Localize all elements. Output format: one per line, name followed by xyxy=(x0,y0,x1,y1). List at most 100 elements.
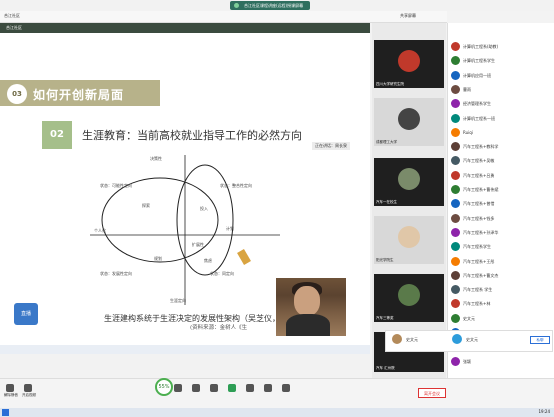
slide-header-label: 合江社区 xyxy=(6,25,22,30)
participant-name: 汽车工程系+吴敏 xyxy=(463,158,495,164)
speaker-video[interactable] xyxy=(276,278,346,336)
svg-text:扩展性: 扩展性 xyxy=(192,241,204,247)
participant-row[interactable]: 汽车工程系+钱多 xyxy=(449,212,553,226)
participant-row[interactable]: 汽车工程系+曾惜 xyxy=(449,197,553,211)
zoom-level[interactable]: 55% xyxy=(155,378,173,396)
participant-row[interactable]: 张颖 xyxy=(449,355,553,369)
svg-text:探索: 探索 xyxy=(142,202,150,208)
section-number: 03 xyxy=(7,84,27,104)
os-taskbar xyxy=(0,408,554,417)
video-tile[interactable]: 四川大学研究生院 xyxy=(374,40,444,88)
avatar xyxy=(451,142,460,152)
svg-text:个人化: 个人化 xyxy=(94,227,106,233)
participant-name: 张颖 xyxy=(463,358,471,364)
svg-text:计划: 计划 xyxy=(226,225,234,231)
participant-row[interactable]: 汽车工程系学生 xyxy=(449,240,553,254)
participant-name: Ruiqi xyxy=(463,129,473,135)
participant-name: 史文元 xyxy=(463,315,475,321)
participant-name: 汽车工程系+曹伟斌 xyxy=(463,187,499,192)
participant-name: 汽车工程系+曹文杰 xyxy=(463,272,499,278)
toolbar-button[interactable] xyxy=(262,384,274,392)
participant-row[interactable]: 汽车工程系+孙泽华 xyxy=(449,226,553,240)
participants-header xyxy=(447,11,554,23)
camera-icon xyxy=(24,384,32,392)
participant-name: 汽车工程系+教科学 xyxy=(463,144,499,150)
participant-name: 汽车工程系+王彤 xyxy=(463,258,495,264)
participant-row[interactable]: Ruiqi xyxy=(449,126,553,140)
start-icon[interactable] xyxy=(2,409,9,416)
avatar xyxy=(451,84,460,94)
participant-name: 汽车工程系+钱多 xyxy=(463,215,495,221)
toolbar-button[interactable] xyxy=(172,384,184,392)
participant-row[interactable]: 史文元 xyxy=(449,312,553,326)
subsection-title: 生涯教育：当前高校就业指导工作的必然方向 xyxy=(82,129,302,142)
participants-icon xyxy=(192,384,200,392)
clock: 19:24 xyxy=(538,409,550,414)
participant-row[interactable]: 汽车工程系+吴敏 xyxy=(449,154,553,168)
record-icon xyxy=(246,384,254,392)
leave-meeting-button[interactable]: 离开会议 xyxy=(418,388,446,398)
avatar xyxy=(451,56,460,66)
participant-row[interactable]: 汽车工程系+曹伟斌 xyxy=(449,183,553,197)
video-tile[interactable]: 阳光学院生 xyxy=(374,216,444,264)
avatar xyxy=(451,42,460,51)
video-tile[interactable]: 汽车一在校生 xyxy=(374,158,444,206)
participant-row[interactable]: 计算机工程系(助教) xyxy=(449,40,553,54)
avatar xyxy=(451,299,460,309)
toolbar-button[interactable] xyxy=(280,384,292,392)
svg-text:焦虑: 焦虑 xyxy=(204,257,212,263)
avatar xyxy=(451,285,460,295)
svg-text:规划: 规划 xyxy=(154,255,162,261)
avatar xyxy=(451,242,460,252)
participant-name: 计算机工程系学生 xyxy=(463,58,495,64)
participant-name: 经济管理系学生 xyxy=(463,101,491,107)
participant-row[interactable]: 计算机工程系学生 xyxy=(449,54,553,68)
participant-row[interactable]: 汽车工程系+林 xyxy=(449,297,553,311)
toolbar-button[interactable] xyxy=(190,384,202,392)
video-button[interactable]: 开启视频 xyxy=(22,384,36,398)
mute-button[interactable]: 解除静音 xyxy=(4,384,18,398)
participant-name: 汽车工程系学生 xyxy=(463,244,491,250)
svg-text:状态：整合性定向: 状态：整合性定向 xyxy=(220,182,252,188)
avatar xyxy=(392,334,402,344)
svg-text:投入: 投入 xyxy=(200,205,208,211)
window-title: 合江社区课程讲座(远程)授课屏幕 xyxy=(230,1,310,10)
svg-text:状态：可能性定向: 状态：可能性定向 xyxy=(100,182,132,188)
avatar xyxy=(451,99,460,109)
avatar xyxy=(451,199,460,209)
video-tile[interactable]: 成都理工大学 xyxy=(374,98,444,146)
toolbar-button[interactable] xyxy=(226,384,238,392)
security-icon xyxy=(174,384,182,392)
avatar xyxy=(451,356,460,366)
participant-row[interactable]: 计算机工程系一班 xyxy=(449,112,553,126)
participant-name: 汽车工程系 学生 xyxy=(463,287,493,293)
video-tile[interactable]: 汽车三等奖 xyxy=(374,274,444,322)
toolbar-button[interactable] xyxy=(244,384,256,392)
shared-taskbar xyxy=(0,345,370,354)
slide-header-bar xyxy=(0,23,370,33)
popup-name: 史文元 xyxy=(466,337,478,342)
participant-row[interactable]: 汽车工程系+王彤 xyxy=(449,255,553,269)
meeting-label: 合江社区 xyxy=(4,13,20,18)
participant-row[interactable]: 汽车工程系 学生 xyxy=(449,283,553,297)
avatar xyxy=(451,156,460,166)
meeting-toolbar xyxy=(0,378,554,408)
private-chat-button[interactable]: 私聊 xyxy=(530,336,550,344)
participant-row[interactable]: 经济管理系学生 xyxy=(449,97,553,111)
mic-icon xyxy=(6,384,14,392)
avatar xyxy=(452,334,462,344)
toolbar-button[interactable] xyxy=(208,384,220,392)
slide-source: (资料来源：金树人《生 xyxy=(190,325,248,331)
avatar xyxy=(451,70,460,80)
popup-name: 史文元 xyxy=(406,337,418,342)
avatar xyxy=(451,213,460,223)
avatar xyxy=(451,313,460,323)
speaker-tag: 正在讲话：周长泉 xyxy=(312,142,350,150)
participant-row[interactable]: 汽车工程系+曹文杰 xyxy=(449,269,553,283)
participant-row[interactable]: 汽车工程系+吕勇 xyxy=(449,169,553,183)
participant-row[interactable]: 曹雨 xyxy=(449,83,553,97)
reactions-icon xyxy=(264,384,272,392)
participant-row[interactable]: 汽车工程系+教科学 xyxy=(449,140,553,154)
share-tab[interactable]: 共享屏幕 xyxy=(400,13,416,19)
participant-row[interactable]: 计算机应用一班 xyxy=(449,69,553,83)
